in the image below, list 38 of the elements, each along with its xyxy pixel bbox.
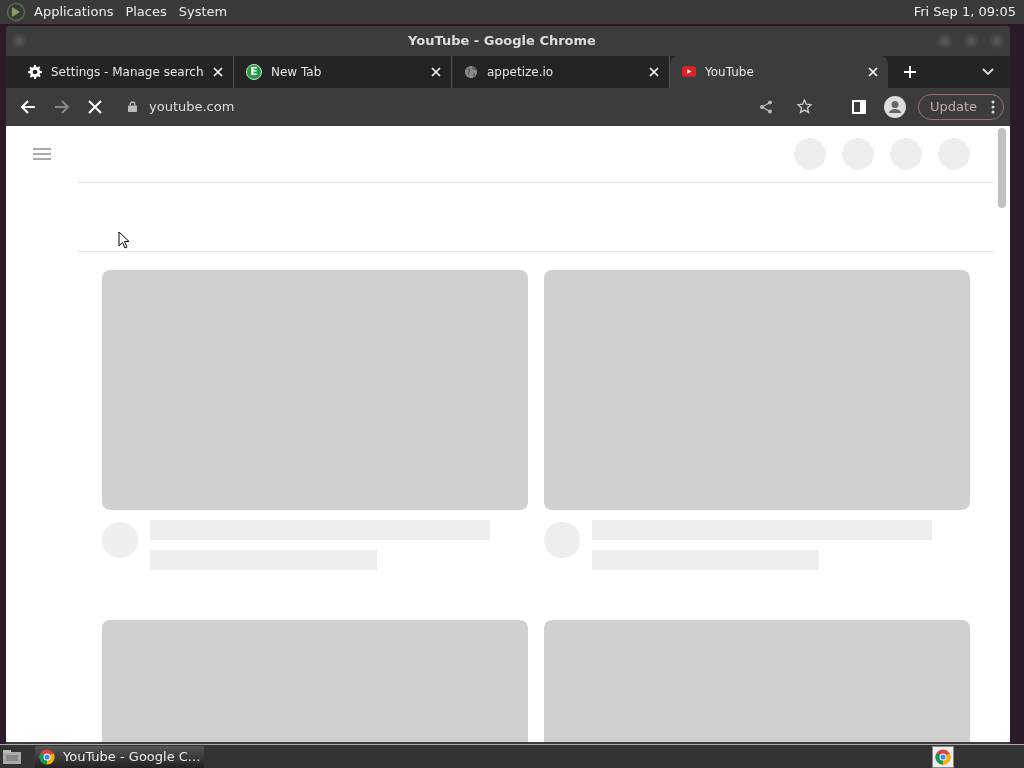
address-bar[interactable]: youtube.com [120, 91, 830, 122]
more-icon[interactable] [991, 99, 995, 114]
taskbar-item[interactable]: YouTube - Google C... [35, 745, 205, 768]
chrome-tray-icon[interactable] [932, 745, 954, 768]
close-icon[interactable] [868, 66, 878, 77]
letter-icon: E [246, 63, 262, 80]
profile-avatar-icon[interactable] [883, 95, 906, 118]
tab-label: Settings - Manage search [51, 64, 204, 79]
forward-icon[interactable] [54, 98, 70, 115]
chrome-icon [39, 748, 55, 765]
chevron-down-icon[interactable] [982, 67, 994, 76]
share-icon[interactable] [758, 99, 773, 114]
close-icon[interactable] [431, 66, 441, 77]
back-icon[interactable] [20, 98, 36, 115]
lock-icon [128, 101, 137, 113]
star-icon[interactable] [796, 99, 812, 115]
cursor-icon [118, 230, 130, 249]
new-tab-icon[interactable] [904, 65, 916, 78]
close-icon[interactable] [213, 66, 223, 77]
close-icon[interactable] [649, 66, 659, 77]
play-logo-icon[interactable] [6, 1, 26, 22]
tab-label: YouTube [705, 64, 755, 79]
play-icon [682, 66, 696, 78]
update-button[interactable]: Update [917, 93, 1004, 120]
panel-menu[interactable]: Places [125, 4, 167, 20]
tab-label: New Tab [271, 64, 323, 79]
browser-tab[interactable]: YouTube [670, 55, 888, 88]
clock[interactable]: Fri Sep 1, 09:05 [913, 4, 1018, 20]
tab-label: appetize.io [487, 64, 555, 79]
window-title: YouTube - Google Chrome [408, 33, 596, 49]
globe-icon [464, 64, 478, 79]
stop-icon[interactable] [88, 99, 102, 114]
panel-menu[interactable]: Applications [34, 4, 114, 20]
side-panel-icon[interactable] [851, 99, 866, 114]
gear-icon [28, 64, 42, 79]
url-text: youtube.com [149, 99, 235, 115]
panel-menu[interactable]: System [178, 4, 228, 20]
desktop-icon[interactable] [3, 749, 21, 764]
